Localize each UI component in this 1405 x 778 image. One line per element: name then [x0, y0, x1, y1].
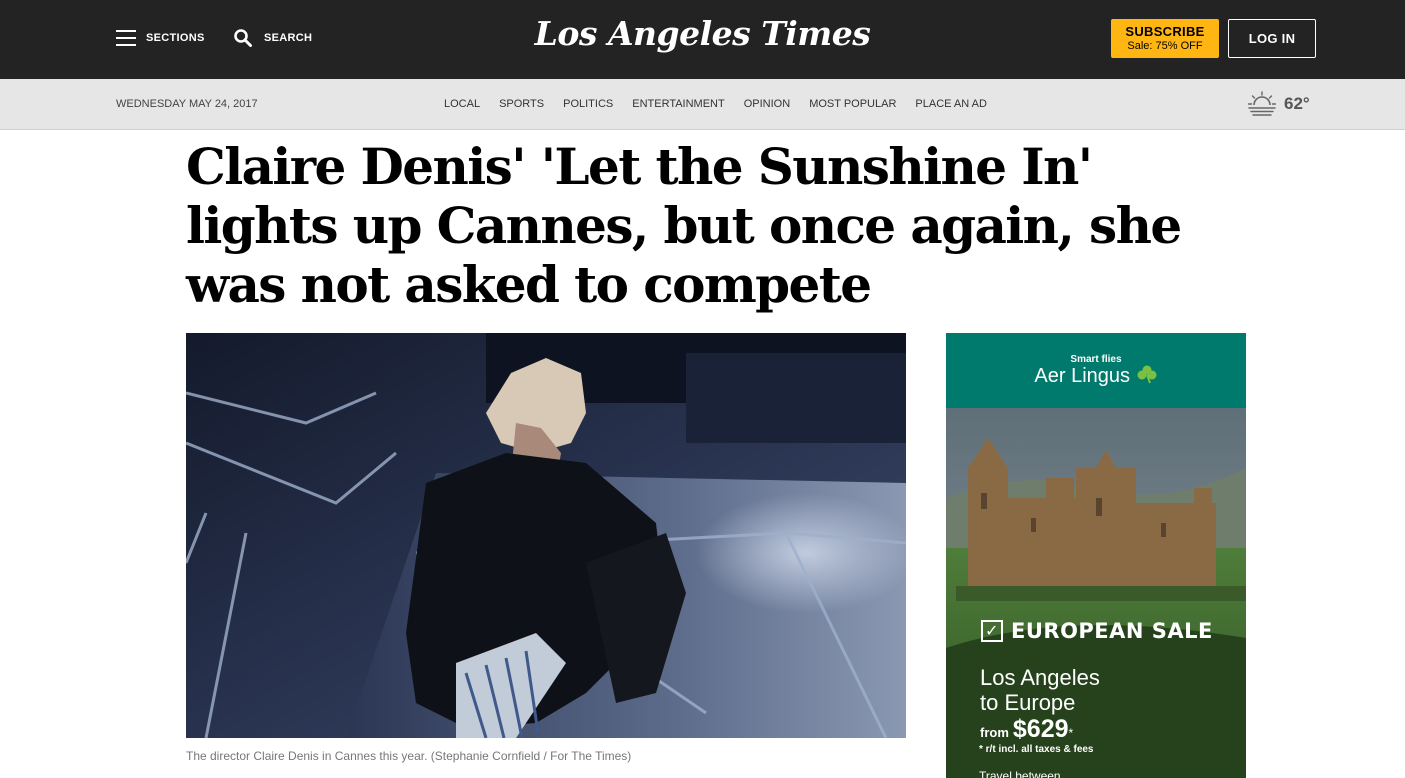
sunrise-icon	[1248, 91, 1276, 116]
current-date: WEDNESDAY MAY 24, 2017	[116, 98, 258, 110]
ad-sale-headline: ✓ EUROPEAN SALE	[981, 619, 1213, 643]
photo-caption: The director Claire Denis in Cannes this…	[186, 749, 632, 763]
section-navigation-bar: WEDNESDAY MAY 24, 2017 LOCAL SPORTS POLI…	[0, 79, 1405, 130]
nav-link-politics[interactable]: POLITICS	[563, 98, 613, 110]
lead-photo[interactable]	[186, 333, 906, 738]
ad-route-line2: to Europe	[980, 690, 1076, 715]
ad-more-text: Travel between	[979, 769, 1061, 778]
ad-price: $629	[1012, 715, 1069, 743]
subscribe-button[interactable]: SUBSCRIBE Sale: 75% OFF	[1111, 19, 1219, 58]
ad-fine-print: * r/t incl. all taxes & fees	[979, 744, 1094, 755]
nav-link-place-an-ad[interactable]: PLACE AN AD	[915, 98, 987, 110]
ad-price-row: from $629 *	[980, 715, 1073, 744]
checkmark-icon: ✓	[981, 620, 1003, 642]
ad-from-label: from	[980, 725, 1009, 740]
ad-sale-title: EUROPEAN SALE	[1011, 619, 1213, 643]
ad-route: Los Angeles to Europe	[980, 665, 1100, 715]
nav-link-opinion[interactable]: OPINION	[744, 98, 790, 110]
aer-lingus-advertisement[interactable]: Smart flies Aer Lingus ✓ EUROPEAN SALE L…	[946, 333, 1246, 778]
login-button[interactable]: LOG IN	[1228, 19, 1316, 58]
ad-brand-logo: Aer Lingus	[946, 364, 1246, 388]
subscribe-offer: Sale: 75% OFF	[1127, 40, 1203, 52]
nav-link-sports[interactable]: SPORTS	[499, 98, 544, 110]
ad-brand-name: Aer Lingus	[1034, 365, 1131, 387]
section-links: LOCAL SPORTS POLITICS ENTERTAINMENT OPIN…	[444, 98, 1006, 110]
nav-link-most-popular[interactable]: MOST POPULAR	[809, 98, 896, 110]
weather-widget[interactable]: 62°	[1248, 91, 1310, 117]
ad-brand-band: Smart flies Aer Lingus	[946, 333, 1246, 408]
subscribe-label: SUBSCRIBE	[1125, 24, 1205, 39]
temperature: 62°	[1284, 94, 1310, 113]
ad-route-line1: Los Angeles	[980, 665, 1100, 690]
article-headline: Claire Denis' 'Let the Sunshine In' ligh…	[186, 137, 1182, 314]
top-navigation-bar: SECTIONS SEARCH Los Angeles Times SUBSCR…	[0, 0, 1405, 79]
nav-link-entertainment[interactable]: ENTERTAINMENT	[632, 98, 725, 110]
nav-link-local[interactable]: LOCAL	[444, 98, 480, 110]
shamrock-icon	[1137, 365, 1157, 384]
ad-price-asterisk: *	[1068, 726, 1074, 740]
